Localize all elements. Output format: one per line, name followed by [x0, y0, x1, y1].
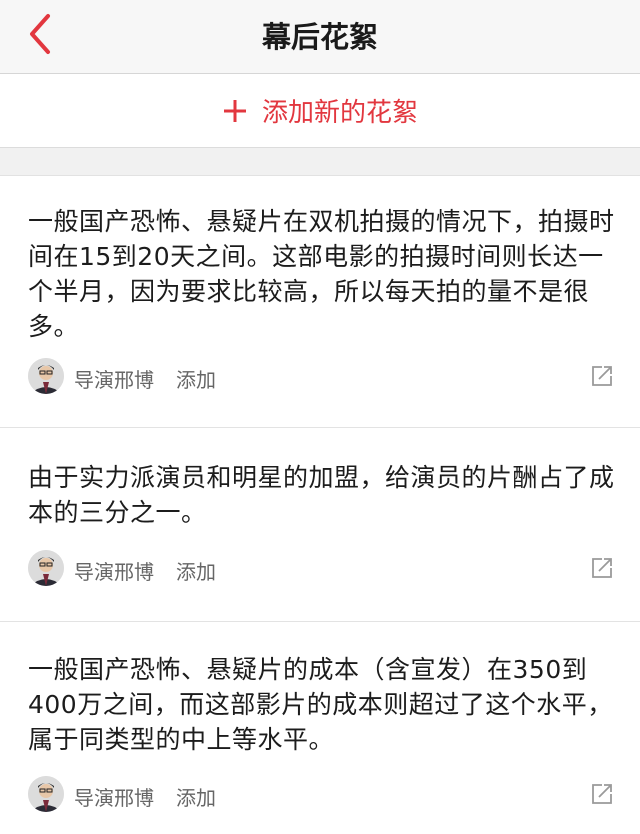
- avatar[interactable]: [28, 358, 64, 394]
- add-new-item-button[interactable]: 添加新的花絮: [0, 74, 640, 148]
- avatar[interactable]: [28, 776, 64, 812]
- author-name[interactable]: 导演邢博: [74, 782, 154, 811]
- add-new-item-label: 添加新的花絮: [261, 98, 418, 128]
- section-separator: [0, 148, 640, 176]
- share-icon[interactable]: [590, 556, 614, 580]
- share-icon[interactable]: [590, 364, 614, 388]
- list-item: 一般国产恐怖、悬疑片的成本（含宣发）在350到400万之间，而这部影片的成本则超…: [0, 622, 640, 834]
- plus-icon: [223, 99, 246, 122]
- item-meta: 导演邢博 添加: [28, 358, 620, 398]
- author-name[interactable]: 导演邢博: [74, 556, 154, 585]
- avatar[interactable]: [28, 550, 64, 586]
- nav-bar: 幕后花絮: [0, 0, 640, 74]
- item-meta: 导演邢博 添加: [28, 776, 620, 816]
- action-label: 添加: [176, 560, 216, 584]
- author-name[interactable]: 导演邢博: [74, 364, 154, 393]
- item-meta: 导演邢博 添加: [28, 550, 620, 590]
- share-icon[interactable]: [590, 782, 614, 806]
- list-item: 一般国产恐怖、悬疑片在双机拍摄的情况下，拍摄时间在15到20天之间。这部电影的拍…: [0, 176, 640, 428]
- item-text: 一般国产恐怖、悬疑片在双机拍摄的情况下，拍摄时间在15到20天之间。这部电影的拍…: [28, 207, 615, 341]
- action-label: 添加: [176, 368, 216, 392]
- item-text: 一般国产恐怖、悬疑片的成本（含宣发）在350到400万之间，而这部影片的成本则超…: [28, 655, 613, 754]
- action-label: 添加: [176, 786, 216, 810]
- item-text: 由于实力派演员和明星的加盟，给演员的片酬占了成本的三分之一。: [28, 463, 615, 527]
- list-item: 由于实力派演员和明星的加盟，给演员的片酬占了成本的三分之一。 导演邢博 添加: [0, 428, 640, 622]
- page-title: 幕后花絮: [261, 20, 378, 54]
